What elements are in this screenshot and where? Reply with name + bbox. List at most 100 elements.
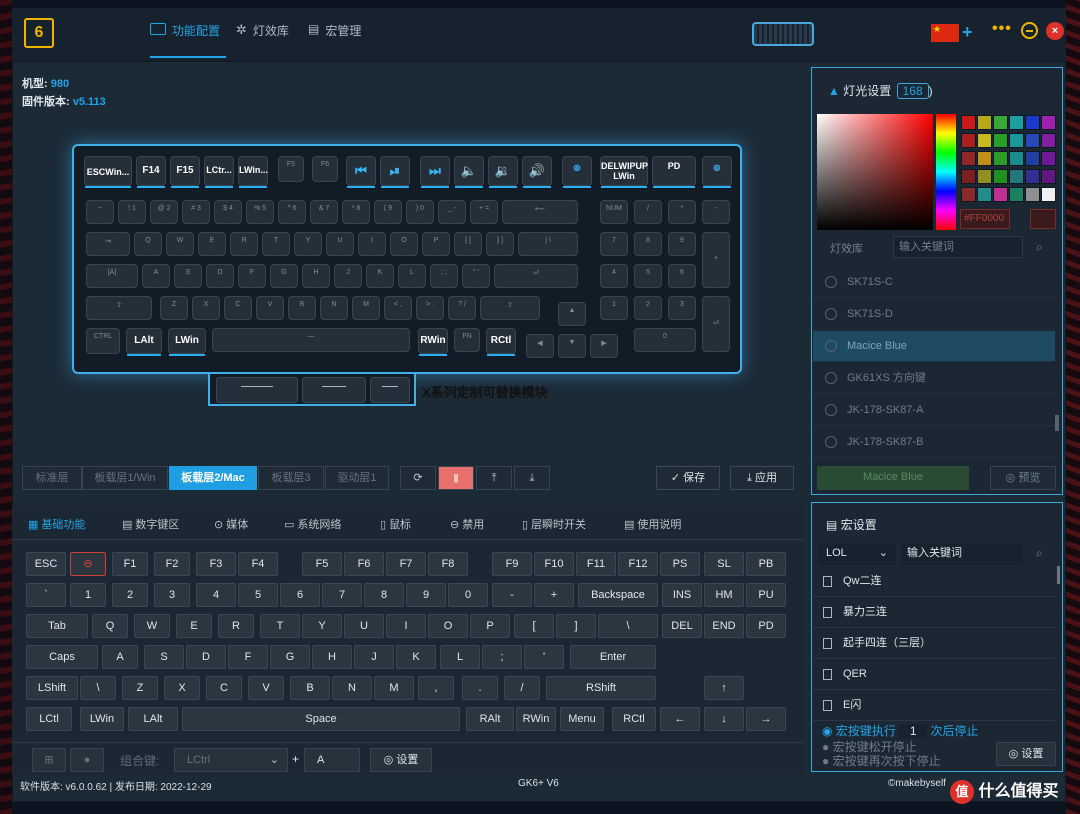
key-button[interactable]: PU bbox=[746, 583, 786, 607]
key-button[interactable]: PB bbox=[746, 552, 786, 576]
key-num-6[interactable]: 6 bbox=[668, 264, 696, 288]
key-space[interactable]: — bbox=[212, 328, 410, 352]
key-button[interactable]: A bbox=[102, 645, 138, 669]
key-button[interactable]: Z bbox=[122, 676, 158, 700]
key-button[interactable]: H bbox=[312, 645, 352, 669]
color-swatch[interactable] bbox=[1009, 169, 1024, 184]
key-4[interactable]: $ 4 bbox=[214, 200, 242, 224]
key-button[interactable]: F1 bbox=[112, 552, 148, 576]
function-tab[interactable]: ⊙ 媒体 bbox=[214, 516, 248, 532]
key-button[interactable]: Tab bbox=[26, 614, 88, 638]
key-semicolon[interactable]: : ; bbox=[430, 264, 458, 288]
layer-tab-driver-1[interactable]: 驱动层1 bbox=[325, 466, 389, 490]
color-swatch[interactable] bbox=[1041, 115, 1056, 130]
key-num-star[interactable]: * bbox=[668, 200, 696, 224]
key-8[interactable]: * 8 bbox=[342, 200, 370, 224]
macro-item[interactable]: QER bbox=[813, 659, 1055, 690]
key-num-2[interactable]: 2 bbox=[634, 296, 662, 320]
combo-key-input[interactable]: A bbox=[304, 748, 360, 772]
key-num-1[interactable]: 1 bbox=[600, 296, 628, 320]
key-button[interactable]: U bbox=[344, 614, 384, 638]
key-6[interactable]: ^ 6 bbox=[278, 200, 306, 224]
key-fn-macro-1[interactable]: ⊕ bbox=[562, 156, 592, 188]
key-button[interactable]: F11 bbox=[576, 552, 616, 576]
key-button[interactable]: , bbox=[418, 676, 454, 700]
key-button[interactable]: B bbox=[290, 676, 330, 700]
key-9[interactable]: ( 9 bbox=[374, 200, 402, 224]
key-fn[interactable]: FN bbox=[454, 328, 480, 352]
key-p[interactable]: P bbox=[422, 232, 450, 256]
key-pd[interactable]: PD bbox=[652, 156, 696, 188]
key-c[interactable]: C bbox=[224, 296, 252, 320]
key-button[interactable]: RCtl bbox=[612, 707, 656, 731]
key-button[interactable]: F10 bbox=[534, 552, 574, 576]
key-button[interactable]: - bbox=[492, 583, 532, 607]
key-num-minus[interactable]: - bbox=[702, 200, 730, 224]
color-swatch[interactable] bbox=[993, 115, 1008, 130]
effect-item[interactable]: JK-178-SK87-A bbox=[813, 395, 1055, 426]
key-j[interactable]: J bbox=[334, 264, 362, 288]
color-swatch[interactable] bbox=[961, 115, 976, 130]
key-button[interactable]: M bbox=[374, 676, 414, 700]
color-swatch[interactable] bbox=[1009, 151, 1024, 166]
color-picker[interactable] bbox=[817, 114, 933, 230]
key-del[interactable]: DELWIPUP LWin bbox=[600, 156, 648, 188]
key-button[interactable]: [ bbox=[514, 614, 554, 638]
key-button[interactable]: LAlt bbox=[128, 707, 178, 731]
key-next-track[interactable]: ⏭ bbox=[420, 156, 450, 188]
key-button[interactable]: RWin bbox=[516, 707, 556, 731]
effect-scrollbar[interactable] bbox=[1055, 415, 1059, 431]
effect-search-input[interactable]: 输入关键词 bbox=[893, 236, 1023, 258]
key-button[interactable]: ' bbox=[524, 645, 564, 669]
color-swatch[interactable] bbox=[1025, 151, 1040, 166]
effect-item[interactable]: Macice Blue bbox=[813, 331, 1055, 362]
key-button[interactable]: F8 bbox=[428, 552, 468, 576]
key-button[interactable]: P bbox=[470, 614, 510, 638]
function-tab[interactable]: ▯ 层瞬时开关 bbox=[522, 516, 586, 532]
key-d[interactable]: D bbox=[206, 264, 234, 288]
key-num-4[interactable]: 4 bbox=[600, 264, 628, 288]
function-tab[interactable]: ▤ 使用说明 bbox=[624, 516, 681, 532]
color-swatch[interactable] bbox=[961, 133, 976, 148]
key-button[interactable]: Menu bbox=[560, 707, 604, 731]
module-key[interactable] bbox=[370, 377, 410, 403]
key-button[interactable]: I bbox=[386, 614, 426, 638]
upload-icon[interactable]: ⤒ bbox=[476, 466, 512, 490]
search-icon[interactable]: ⌕ bbox=[1036, 240, 1043, 255]
key-button[interactable]: G bbox=[270, 645, 310, 669]
key-lctrl[interactable]: CTRL bbox=[86, 328, 120, 354]
key-num-enter[interactable]: ⏎ bbox=[702, 296, 730, 352]
color-swatch[interactable] bbox=[1025, 115, 1040, 130]
key-num-plus[interactable]: + bbox=[702, 232, 730, 288]
color-swatch[interactable] bbox=[1009, 187, 1024, 202]
color-swatch[interactable] bbox=[993, 187, 1008, 202]
preview-button[interactable]: ◎ 预览 bbox=[990, 466, 1056, 490]
macro-item[interactable]: E闪 bbox=[813, 690, 1055, 721]
key-button[interactable]: 3 bbox=[154, 583, 190, 607]
tab-function-config[interactable]: 功能配置 bbox=[150, 22, 226, 58]
key-button[interactable]: F9 bbox=[492, 552, 532, 576]
key-f[interactable]: F bbox=[238, 264, 266, 288]
key-button[interactable]: DEL bbox=[662, 614, 702, 638]
key-button[interactable]: D bbox=[186, 645, 226, 669]
key-button[interactable]: RAlt bbox=[466, 707, 514, 731]
key-period[interactable]: > . bbox=[416, 296, 444, 320]
layer-tab-onboard-1[interactable]: 板载层1/Win bbox=[82, 466, 168, 490]
color-swatch[interactable] bbox=[977, 151, 992, 166]
key-num-slash[interactable]: / bbox=[634, 200, 662, 224]
key-h[interactable]: H bbox=[302, 264, 330, 288]
key-button[interactable]: Enter bbox=[570, 645, 656, 669]
color-swatch[interactable] bbox=[1025, 187, 1040, 202]
key-x[interactable]: X bbox=[192, 296, 220, 320]
key-7[interactable]: & 7 bbox=[310, 200, 338, 224]
macro-item[interactable]: 起手四连（三层） bbox=[813, 628, 1055, 659]
key-lwin[interactable]: LWin bbox=[168, 328, 206, 356]
key-button[interactable]: L bbox=[440, 645, 480, 669]
key-grave[interactable]: ~ bbox=[86, 200, 114, 224]
key-button[interactable]: 1 bbox=[70, 583, 106, 607]
key-button[interactable]: LWin bbox=[80, 707, 124, 731]
key-fn-macro-2[interactable]: ⊕ bbox=[702, 156, 732, 188]
key-num-8[interactable]: 8 bbox=[634, 232, 662, 256]
key-button[interactable]: J bbox=[354, 645, 394, 669]
color-swatch[interactable] bbox=[993, 151, 1008, 166]
